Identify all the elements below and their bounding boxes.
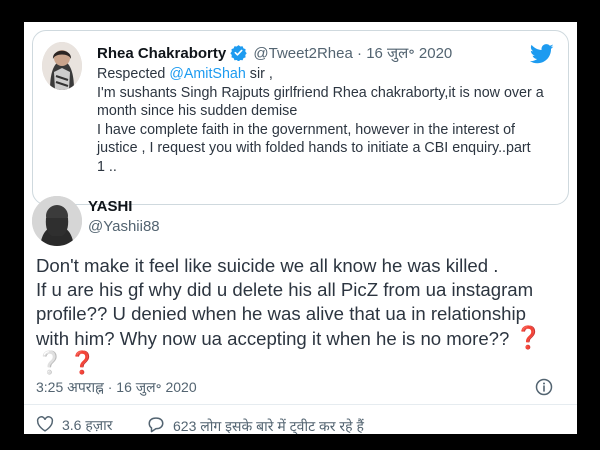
reply-text-line: with him? Why now ua accepting it when h…	[36, 328, 510, 349]
like-count: 3.6 हज़ार	[62, 417, 113, 433]
red-question-emoji: ❓	[68, 350, 96, 375]
quoted-tweet-text: Respected @AmitShah sir , I'm sushants S…	[97, 65, 563, 176]
heart-icon[interactable]	[36, 416, 54, 434]
talking-count: 623 लोग इसके बारे में ट्वीट कर रहे हैं	[173, 417, 364, 434]
quoted-text-line: I have complete faith in the government,…	[97, 121, 516, 138]
reply-text-line: Don't make it feel like suicide we all k…	[36, 255, 499, 276]
reply-text-line: profile?? U denied when he was alive tha…	[36, 303, 526, 324]
quoted-tweet-date[interactable]: 16 जुल॰ 2020	[366, 45, 452, 62]
reply-timestamp[interactable]: 3:25 अपराह्न · 16 जुल॰ 2020	[36, 378, 197, 397]
reply-last-line: with him? Why now ua accepting it when h…	[36, 326, 564, 351]
separator-dot: ·	[357, 45, 363, 62]
yashi-avatar[interactable]	[32, 196, 82, 246]
verified-badge-icon	[230, 44, 247, 65]
quoted-text-line: month since his sudden demise	[97, 103, 298, 119]
reply-author-name[interactable]: YASHI	[88, 198, 132, 215]
comment-icon[interactable]	[147, 416, 165, 434]
quoted-text-line: 1 ..	[97, 158, 117, 175]
quoted-greeting-line: Respected @AmitShah sir ,	[97, 65, 563, 84]
greeting-after: sir ,	[245, 66, 273, 82]
quoted-author-handle[interactable]: @Tweet2Rhea	[253, 45, 352, 62]
quoted-tweet[interactable]: Rhea Chakraborty @Tweet2Rhea · 16 जुल॰ 2…	[32, 30, 569, 205]
emoji-line: ❔ ❓	[36, 351, 564, 376]
divider	[24, 404, 577, 405]
reply-tweet-text: Don't make it feel like suicide we all k…	[36, 254, 564, 376]
quoted-text-line: I'm sushants Singh Rajputs girlfriend Rh…	[97, 84, 544, 101]
quoted-author-name[interactable]: Rhea Chakraborty	[97, 45, 226, 62]
reply-text-line: If u are his gf why did u delete his all…	[36, 279, 534, 300]
red-question-emoji: ❓	[514, 325, 542, 350]
white-question-emoji: ❔	[36, 350, 64, 375]
greeting-before: Respected	[97, 66, 170, 82]
tweet-card: Rhea Chakraborty @Tweet2Rhea · 16 जुल॰ 2…	[24, 22, 577, 434]
quoted-text-line: justice , I request you with folded hand…	[97, 140, 531, 156]
reply-author-handle[interactable]: @Yashii88	[88, 218, 160, 235]
talking-stat[interactable]: 623 लोग इसके बारे में ट्वीट कर रहे हैं	[147, 416, 364, 434]
like-stat[interactable]: 3.6 हज़ार	[36, 416, 113, 434]
quoted-tweet-header: Rhea Chakraborty @Tweet2Rhea · 16 जुल॰ 2…	[97, 43, 452, 65]
mention-link[interactable]: @AmitShah	[169, 66, 246, 82]
info-icon[interactable]	[535, 378, 553, 401]
rhea-avatar[interactable]	[42, 42, 82, 90]
